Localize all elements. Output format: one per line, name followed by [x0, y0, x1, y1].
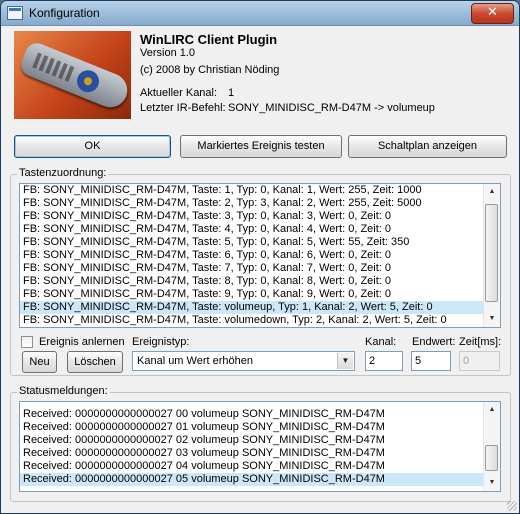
- event-type-value: Kanal um Wert erhöhen: [137, 355, 253, 367]
- remote-control-image: [14, 31, 131, 119]
- delete-button[interactable]: Löschen: [67, 351, 123, 373]
- scroll-thumb[interactable]: [485, 204, 498, 302]
- end-value-input[interactable]: 5: [411, 351, 451, 371]
- key-mapping-label: Tastenzuordnung:: [17, 167, 109, 179]
- list-item[interactable]: FB: SONY_MINIDISC_RM-D47M, Taste: 5, Typ…: [20, 236, 500, 249]
- scroll-up-icon[interactable]: ▲: [485, 403, 499, 417]
- time-ms-label: Zeit[ms]:: [459, 336, 502, 348]
- status-list[interactable]: Received: 0000000000000027 00 volumeup S…: [19, 401, 501, 492]
- list-item[interactable]: Received: 0000000000000027 05 volumeup S…: [20, 473, 500, 486]
- end-value-label: Endwert:: [412, 336, 456, 348]
- show-schematic-button[interactable]: Schaltplan anzeigen: [348, 135, 507, 158]
- status-rows: Received: 0000000000000027 00 volumeup S…: [20, 402, 500, 486]
- channel-input[interactable]: 2: [365, 351, 403, 371]
- new-button[interactable]: Neu: [22, 351, 57, 373]
- scroll-down-icon[interactable]: ▼: [485, 312, 499, 326]
- remote-dpad: [73, 66, 103, 96]
- list-item[interactable]: Received: 0000000000000027 01 volumeup S…: [20, 421, 500, 434]
- list-item[interactable]: Received: 0000000000000027 02 volumeup S…: [20, 434, 500, 447]
- ok-button[interactable]: OK: [14, 135, 171, 158]
- current-channel-value: 1: [228, 87, 235, 99]
- last-ir-value: SONY_MINIDISC_RM-D47M -> volumeup: [228, 102, 435, 114]
- scroll-thumb[interactable]: [485, 445, 498, 471]
- list-item[interactable]: FB: SONY_MINIDISC_RM-D47M, Taste: 3, Typ…: [20, 210, 500, 223]
- window-title: Konfiguration: [29, 6, 100, 20]
- status-scrollbar[interactable]: ▲ ▼: [483, 402, 500, 491]
- list-item[interactable]: FB: SONY_MINIDISC_RM-D47M, Taste: 9, Typ…: [20, 288, 500, 301]
- list-item[interactable]: Received: 0000000000000027 00 volumeup S…: [20, 408, 500, 421]
- list-item[interactable]: FB: SONY_MINIDISC_RM-D47M, Taste: 6, Typ…: [20, 249, 500, 262]
- learn-event-label: Ereignis anlernen: [39, 336, 125, 348]
- title-bar[interactable]: Konfiguration ✕: [1, 1, 519, 26]
- window-app-icon: [7, 6, 23, 20]
- plugin-title: WinLIRC Client Plugin: [140, 32, 278, 47]
- list-item[interactable]: Received: 0000000000000027 04 volumeup S…: [20, 460, 500, 473]
- list-item[interactable]: FB: SONY_MINIDISC_RM-D47M, Taste: 8, Typ…: [20, 275, 500, 288]
- version-text: Version 1.0: [140, 47, 196, 59]
- list-item[interactable]: FB: SONY_MINIDISC_RM-D47M, Taste: 1, Typ…: [20, 184, 500, 197]
- copyright-text: (c) 2008 by Christian Nöding: [140, 64, 280, 76]
- list-item[interactable]: FB: SONY_MINIDISC_RM-D47M, Taste: volume…: [20, 314, 500, 327]
- last-ir-label: Letzter IR-Befehl:: [140, 102, 226, 114]
- list-item[interactable]: FB: SONY_MINIDISC_RM-D47M, Taste: 7, Typ…: [20, 262, 500, 275]
- list-item[interactable]: FB: SONY_MINIDISC_RM-D47M, Taste: 2, Typ…: [20, 197, 500, 210]
- scroll-down-icon[interactable]: ▼: [485, 476, 499, 490]
- config-window: Konfiguration ✕ WinLIRC Client Plugin Ve…: [0, 0, 520, 514]
- channel-label: Kanal:: [365, 336, 397, 348]
- remote-shape: [17, 39, 131, 113]
- event-type-label: Ereignistyp:: [132, 336, 190, 348]
- list-item[interactable]: Received: 0000000000000027 03 volumeup S…: [20, 447, 500, 460]
- list-item[interactable]: FB: SONY_MINIDISC_RM-D47M, Taste: 4, Typ…: [20, 223, 500, 236]
- key-mapping-list[interactable]: FB: SONY_MINIDISC_RM-D47M, Taste: 1, Typ…: [19, 183, 501, 328]
- list-item[interactable]: FB: SONY_MINIDISC_RM-D47M, Taste: volume…: [20, 301, 500, 314]
- resize-grip[interactable]: [507, 501, 517, 511]
- dialog-body: WinLIRC Client Plugin Version 1.0 (c) 20…: [1, 26, 519, 513]
- learn-event-checkbox[interactable]: [21, 336, 33, 348]
- status-label: Statusmeldungen:: [17, 385, 110, 397]
- scroll-up-icon[interactable]: ▲: [485, 185, 499, 199]
- time-ms-input[interactable]: 0: [459, 351, 500, 371]
- test-event-button[interactable]: Markiertes Ereignis testen: [180, 135, 342, 158]
- key-mapping-scrollbar[interactable]: ▲ ▼: [483, 184, 500, 327]
- event-type-dropdown[interactable]: Kanal um Wert erhöhen ▼: [132, 351, 355, 371]
- key-mapping-rows: FB: SONY_MINIDISC_RM-D47M, Taste: 1, Typ…: [20, 184, 500, 327]
- chevron-down-icon[interactable]: ▼: [337, 353, 353, 369]
- remote-keys: [32, 52, 76, 83]
- current-channel-label: Aktueller Kanal:: [140, 87, 218, 99]
- close-button[interactable]: ✕: [471, 3, 514, 24]
